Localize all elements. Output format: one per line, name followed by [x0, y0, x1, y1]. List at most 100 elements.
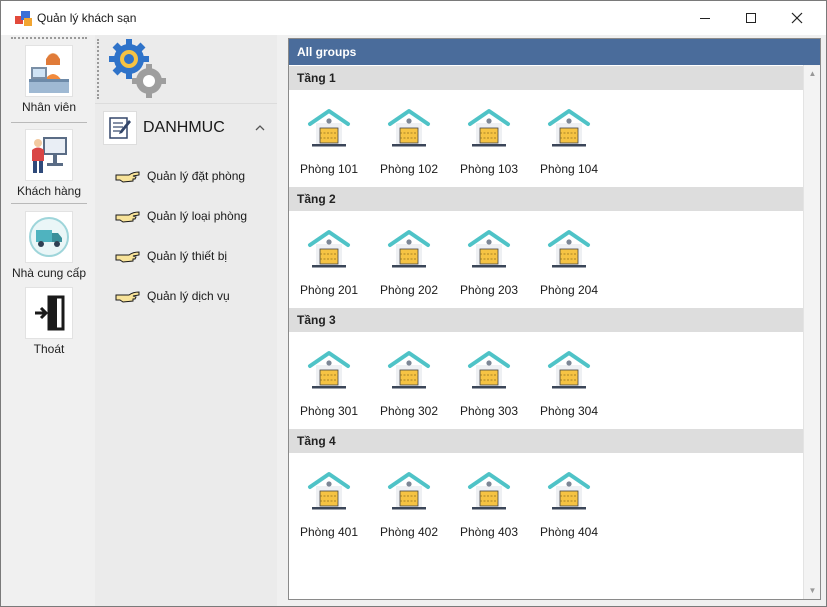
menu-item-loai-phong[interactable]: Quản lý loại phòng [115, 205, 275, 227]
vertical-scrollbar[interactable]: ▲ ▼ [803, 65, 820, 599]
settings-gears-icon [109, 39, 166, 98]
category-title: DANHMUC [143, 119, 225, 136]
group-header[interactable]: Tầng 2 [289, 187, 803, 211]
menu-item-dat-phong[interactable]: Quản lý đặt phòng [115, 165, 275, 187]
maximize-icon [746, 13, 756, 23]
room-label: Phòng 104 [539, 162, 599, 176]
nav-item-nhan-vien[interactable]: Nhân viên [9, 45, 89, 114]
house-icon [387, 471, 431, 511]
room-item[interactable]: Phòng 402 [369, 471, 449, 539]
group-header[interactable]: Tầng 4 [289, 429, 803, 453]
scroll-down-icon[interactable]: ▼ [804, 582, 821, 599]
menu-item-label: Quản lý loại phòng [147, 209, 248, 223]
gallery-header: All groups [289, 39, 820, 65]
house-icon [307, 229, 351, 269]
room-item[interactable]: Phòng 203 [449, 229, 529, 297]
close-icon [791, 12, 803, 24]
panel-divider [95, 103, 277, 104]
room-item[interactable]: Phòng 204 [529, 229, 609, 297]
customer-icon [25, 129, 73, 181]
room-item[interactable]: Phòng 101 [289, 108, 369, 176]
room-label: Phòng 204 [539, 283, 599, 297]
pointing-hand-icon [115, 251, 140, 263]
pointing-hand-icon [115, 291, 140, 303]
receptionist-icon [25, 45, 73, 97]
nav-label: Nhà cung cấp [11, 266, 87, 280]
room-item[interactable]: Phòng 102 [369, 108, 449, 176]
nav-label: Thoát [33, 342, 65, 356]
house-icon [387, 350, 431, 390]
room-item[interactable]: Phòng 301 [289, 350, 369, 418]
room-label: Phòng 402 [379, 525, 439, 539]
nav-label: Nhân viên [21, 100, 77, 114]
category-header[interactable]: DANHMUC [103, 111, 273, 145]
room-item[interactable]: Phòng 104 [529, 108, 609, 176]
nav-separator [11, 122, 87, 123]
house-icon [307, 350, 351, 390]
minimize-button[interactable] [682, 1, 728, 35]
house-icon [467, 350, 511, 390]
house-icon [547, 229, 591, 269]
nav-item-nha-cung-cap[interactable]: Nhà cung cấp [9, 211, 89, 280]
menu-item-label: Quản lý dịch vụ [147, 289, 230, 303]
nav-label: Khách hàng [16, 184, 82, 198]
nav-item-thoat[interactable]: Thoát [9, 287, 89, 356]
room-label: Phòng 201 [299, 283, 359, 297]
room-label: Phòng 302 [379, 404, 439, 418]
notepad-icon [103, 111, 137, 145]
group-header[interactable]: Tầng 3 [289, 308, 803, 332]
room-item[interactable]: Phòng 103 [449, 108, 529, 176]
house-icon [547, 350, 591, 390]
pointing-hand-icon [115, 211, 140, 223]
minimize-icon [700, 18, 710, 19]
chevron-up-icon[interactable] [255, 122, 265, 134]
menu-item-thiet-bi[interactable]: Quản lý thiết bị [115, 245, 275, 267]
client-area: Nhân viên Khách hàng Nhà cung cấp Thoát … [1, 35, 826, 606]
house-icon [547, 108, 591, 148]
menu-item-label: Quản lý đặt phòng [147, 169, 246, 183]
house-icon [307, 471, 351, 511]
room-label: Phòng 103 [459, 162, 519, 176]
house-icon [387, 108, 431, 148]
group-header[interactable]: Tầng 1 [289, 66, 803, 90]
room-label: Phòng 301 [299, 404, 359, 418]
house-icon [467, 471, 511, 511]
room-label: Phòng 303 [459, 404, 519, 418]
close-button[interactable] [774, 1, 820, 35]
window-title: Quản lý khách sạn [37, 11, 137, 25]
house-icon [307, 108, 351, 148]
house-icon [467, 229, 511, 269]
room-item[interactable]: Phòng 201 [289, 229, 369, 297]
menu-item-dich-vu[interactable]: Quản lý dịch vụ [115, 285, 275, 307]
room-item[interactable]: Phòng 302 [369, 350, 449, 418]
menu-item-label: Quản lý thiết bị [147, 249, 228, 263]
supplier-truck-icon [25, 211, 73, 263]
room-label: Phòng 202 [379, 283, 439, 297]
room-label: Phòng 304 [539, 404, 599, 418]
house-icon [547, 471, 591, 511]
pointing-hand-icon [115, 171, 140, 183]
exit-door-icon [25, 287, 73, 339]
scroll-up-icon[interactable]: ▲ [804, 65, 821, 82]
room-label: Phòng 404 [539, 525, 599, 539]
room-gallery: All groups Tầng 1 Phòng 101 Phòng 102 Phòng… [288, 38, 821, 600]
room-item[interactable]: Phòng 403 [449, 471, 529, 539]
maximize-button[interactable] [728, 1, 774, 35]
nav-item-khach-hang[interactable]: Khách hàng [9, 129, 89, 198]
title-bar: Quản lý khách sạn [1, 1, 826, 35]
room-item[interactable]: Phòng 303 [449, 350, 529, 418]
nav-separator [11, 203, 87, 204]
panel-separator [97, 39, 99, 99]
nav-separator [11, 37, 87, 39]
app-icon [15, 11, 32, 26]
room-label: Phòng 203 [459, 283, 519, 297]
room-item[interactable]: Phòng 202 [369, 229, 449, 297]
room-item[interactable]: Phòng 404 [529, 471, 609, 539]
category-panel: DANHMUC Quản lý đặt phòng Quản lý loại p… [95, 35, 277, 606]
room-item[interactable]: Phòng 304 [529, 350, 609, 418]
left-navigation: Nhân viên Khách hàng Nhà cung cấp Thoát [9, 35, 89, 606]
room-item[interactable]: Phòng 401 [289, 471, 369, 539]
house-icon [387, 229, 431, 269]
room-label: Phòng 403 [459, 525, 519, 539]
room-label: Phòng 102 [379, 162, 439, 176]
